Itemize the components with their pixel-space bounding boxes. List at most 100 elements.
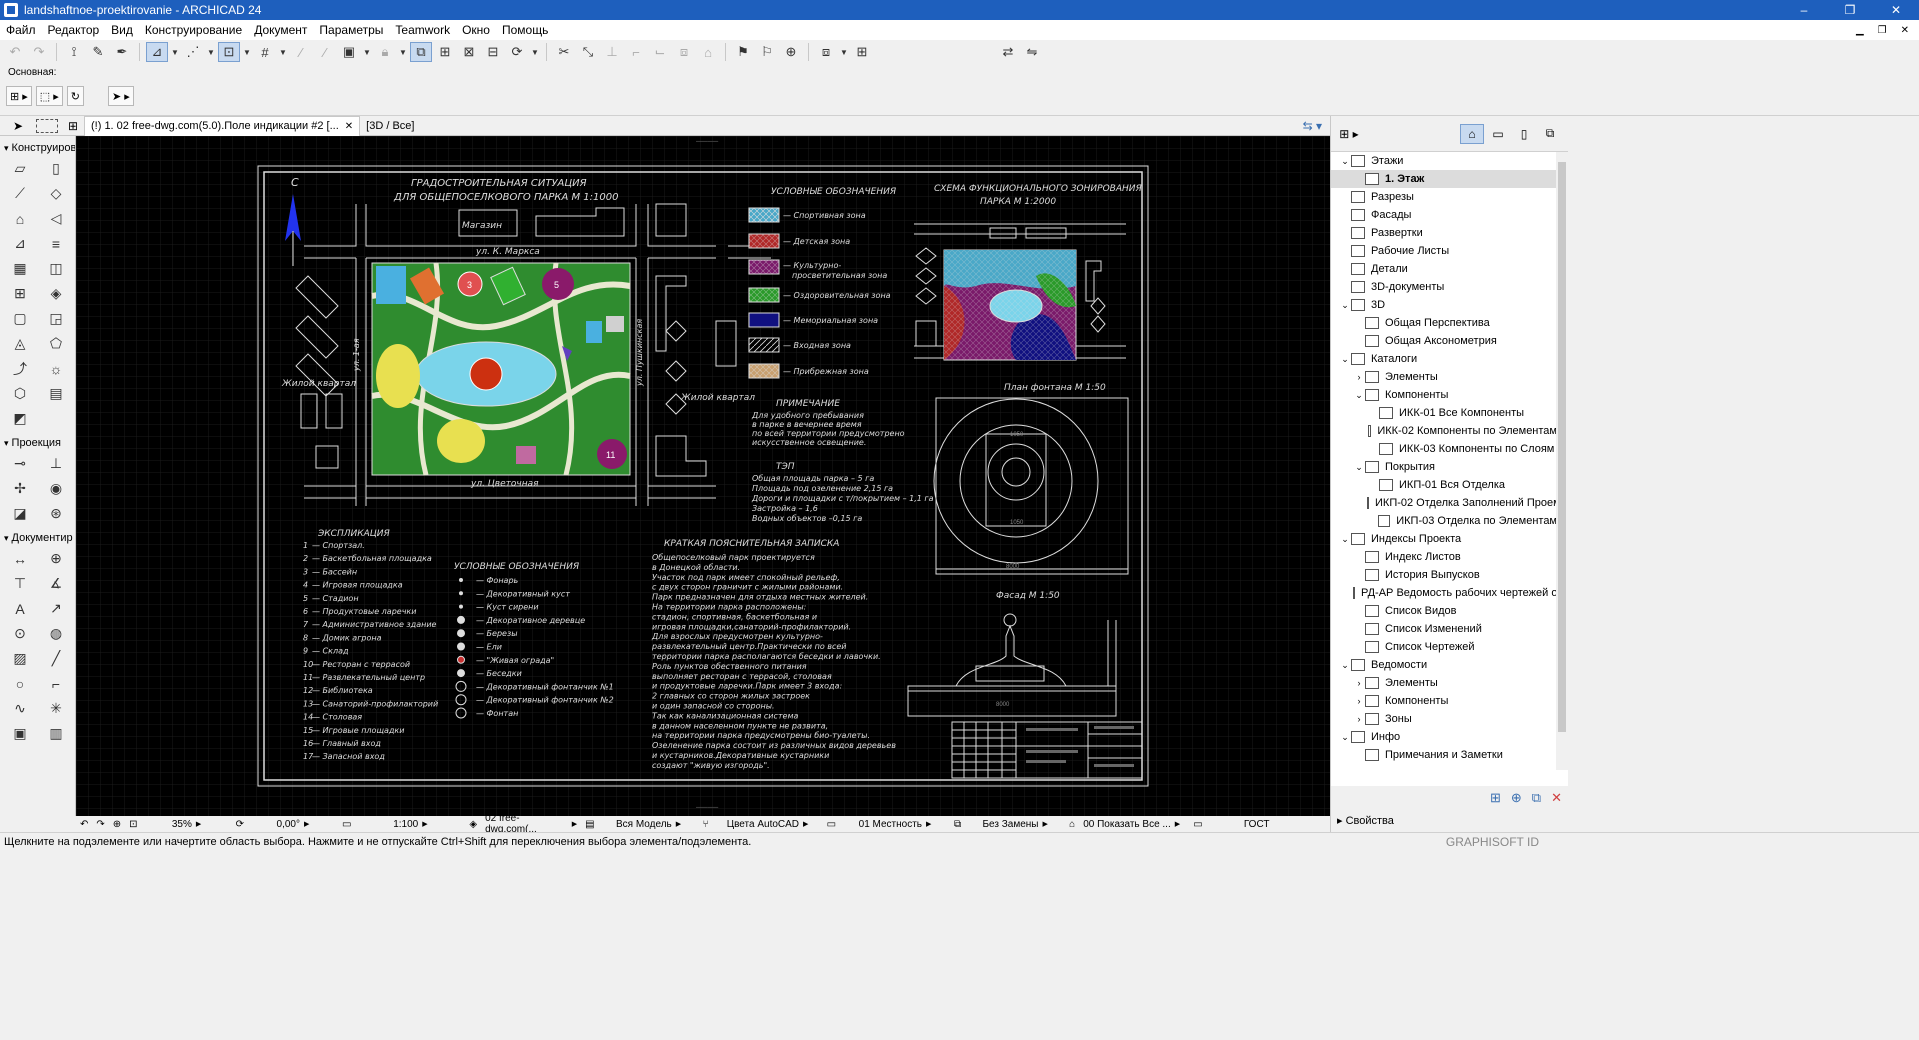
navigator-item[interactable]: ⌄ Этажи (1331, 152, 1557, 170)
fillet-icon[interactable]: ⌐ (625, 42, 647, 62)
menu-teamwork[interactable]: Teamwork (389, 23, 456, 37)
navigator-item[interactable]: ⌄ Компоненты (1331, 386, 1557, 404)
beam-tool-icon[interactable]: ⟋ (2, 181, 38, 206)
column-tool-icon[interactable]: ▯ (38, 156, 74, 181)
navigator-pane-dropdown[interactable]: ⊞ ▸ (1337, 124, 1361, 144)
navigator-item[interactable]: Фасады (1331, 206, 1557, 224)
skylight-tool-icon[interactable]: ◈ (38, 281, 74, 306)
navigator-item[interactable]: Общая Перспектива (1331, 314, 1557, 332)
new-view-icon[interactable]: ⊞ (1490, 790, 1501, 806)
tree-twisty-icon[interactable]: › (1353, 678, 1365, 688)
navigator-item[interactable]: Список Чертежей (1331, 638, 1557, 656)
navigator-item[interactable]: ИКК-01 Все Компоненты (1331, 404, 1557, 422)
navigator-item[interactable]: РД-АР Ведомость рабочих чертежей ос (1331, 584, 1563, 602)
pen-set-dropdown[interactable]: Цвета AutoCAD ▶ (713, 816, 823, 832)
redo-zoom-icon[interactable]: ↷ (92, 816, 108, 832)
doc-restore-icon[interactable]: ❐ (1878, 25, 1887, 36)
grid-element-tool-icon[interactable]: ◍ (38, 621, 74, 646)
split-icon[interactable]: ✂ (553, 42, 575, 62)
dimension-tool-icon[interactable]: ↔ (2, 546, 38, 571)
menu-edit[interactable]: Редактор (42, 23, 106, 37)
object-tool-icon[interactable]: ▢ (2, 306, 38, 331)
interior-elevation-tool-icon[interactable]: ✢ (2, 476, 38, 501)
morph-tool-icon[interactable]: ⬠ (38, 331, 74, 356)
navigator-item[interactable]: › Зоны (1331, 710, 1557, 728)
toolbox-section-design[interactable]: Конструиров (0, 140, 75, 156)
grid-snap-icon[interactable]: # (254, 42, 276, 62)
fill-tool-icon[interactable]: ◩ (2, 406, 38, 431)
explode-icon[interactable]: ⊟ (482, 42, 504, 62)
tab-close-icon[interactable]: ✕ (345, 121, 353, 132)
tree-twisty-icon[interactable]: › (1353, 696, 1365, 706)
arrow-tool-dropdown[interactable]: ➤ ▸ (108, 86, 134, 106)
lock-icon[interactable]: 🔒︎ (374, 42, 396, 62)
zone-tool-icon[interactable]: ◲ (38, 306, 74, 331)
toolbox-section-projection[interactable]: Проекция (0, 435, 75, 451)
tree-twisty-icon[interactable]: ⌄ (1339, 156, 1351, 167)
stair-tool-icon[interactable]: ⊿ (2, 231, 38, 256)
navigator-item[interactable]: ⌄ Инфо (1331, 728, 1557, 746)
menu-document[interactable]: Документ (248, 23, 313, 37)
eyedropper-icon[interactable]: ✎ (87, 42, 109, 62)
navigator-sync-icon[interactable]: ⇆ ▾ (1303, 119, 1330, 133)
marquee-tool-icon[interactable] (36, 118, 58, 133)
label-tool-icon[interactable]: ↗ (38, 596, 74, 621)
detail-tool-icon[interactable]: ◪ (2, 501, 38, 526)
navigator-item[interactable]: Детали (1331, 260, 1557, 278)
publisher-sets-icon[interactable]: ⧉ (1538, 124, 1562, 144)
circle-tool-icon[interactable]: ○ (2, 671, 38, 696)
zoom-in-icon[interactable]: ⊕ (109, 816, 125, 832)
navigator-item[interactable]: › Элементы (1331, 368, 1557, 386)
navigator-item[interactable]: История Выпусков (1331, 566, 1557, 584)
fit-in-window-icon[interactable]: ⊡ (125, 816, 141, 832)
toolbox-section-document[interactable]: Документир (0, 530, 75, 546)
curtain-wall-tool-icon[interactable]: ▦ (2, 256, 38, 281)
layout-dropdown-icon[interactable]: ▼ (362, 42, 372, 62)
navigator-item[interactable]: ⌄ Индексы Проекта (1331, 530, 1557, 548)
arrow-tool-icon[interactable]: ➤ (0, 119, 36, 133)
radial-dimension-tool-icon[interactable]: ⊕ (38, 546, 74, 571)
redo-icon[interactable]: ↷ (28, 42, 50, 62)
level-dimension-tool-icon[interactable]: ⊤ (2, 571, 38, 596)
tree-twisty-icon[interactable]: ⌄ (1339, 732, 1351, 743)
intersect-icon[interactable]: ⊥ (601, 42, 623, 62)
trace-reference-icon[interactable]: ⁄ (314, 42, 336, 62)
issues-icon[interactable]: ⚐ (756, 42, 778, 62)
camera-tool-icon[interactable]: ⊛ (38, 501, 74, 526)
slab-tool-icon[interactable]: ◇ (38, 181, 74, 206)
navigator-item[interactable]: ИКП-01 Вся Отделка (1331, 476, 1557, 494)
teamwork-icon[interactable]: ⧈ (815, 42, 837, 62)
snap-guides-dropdown-icon[interactable]: ▼ (206, 42, 216, 62)
navigator-item[interactable]: Разрезы (1331, 188, 1557, 206)
close-button[interactable]: ✕ (1873, 3, 1919, 17)
adjust-icon[interactable]: ⤡ (577, 42, 599, 62)
lock-dropdown-icon[interactable]: ▼ (398, 42, 408, 62)
navigator-item[interactable]: › Компоненты (1331, 692, 1557, 710)
renovation-dropdown[interactable]: 00 Показать Все ... ▶ (1079, 816, 1189, 832)
box-tool-icon[interactable]: ⬡ (2, 381, 38, 406)
navigator-item[interactable]: Индекс Листов (1331, 548, 1557, 566)
doc-minimize-icon[interactable]: ▁ (1856, 25, 1864, 36)
ungroup-icon[interactable]: ⊠ (458, 42, 480, 62)
group-icon[interactable]: ⊞ (434, 42, 456, 62)
menu-file[interactable]: Файл (0, 23, 42, 37)
offset-icon[interactable]: ⧈ (673, 42, 695, 62)
snap-guides-icon[interactable]: ⋰ (182, 42, 204, 62)
drawing-canvas[interactable]: ‒‒‒‒ ‒‒‒‒ С ГРАДОСТРОИТЕЛЬНАЯ СИТУАЦИЯ Д… (76, 136, 1330, 816)
spline-tool-icon[interactable]: ∿ (2, 696, 38, 721)
navigator-item[interactable]: Общая Аксонометрия (1331, 332, 1557, 350)
navigator-item[interactable]: ИКК-02 Компоненты по Элементам (1331, 422, 1557, 440)
dimension-dropdown[interactable]: ГОСТ (1207, 816, 1307, 832)
marker-tool-icon[interactable]: ⊙ (2, 621, 38, 646)
flag-icon[interactable]: ⚑ (732, 42, 754, 62)
grid-snap-dropdown-icon[interactable]: ▼ (278, 42, 288, 62)
wall-tool-icon[interactable]: ▱ (2, 156, 38, 181)
tree-twisty-icon[interactable]: ⌄ (1339, 660, 1351, 671)
tab-3d[interactable]: [3D / Все] (360, 116, 420, 136)
navigator-item[interactable]: 1. Этаж (1331, 170, 1557, 188)
navigator-item[interactable]: Рабочие Листы (1331, 242, 1557, 260)
delete-icon[interactable]: ✕ (1551, 790, 1562, 806)
door-tool-icon[interactable]: ◫ (38, 256, 74, 281)
scale-dropdown[interactable]: 1:100 ▶ (355, 816, 465, 832)
roof-trim-icon[interactable]: ⌂ (697, 42, 719, 62)
